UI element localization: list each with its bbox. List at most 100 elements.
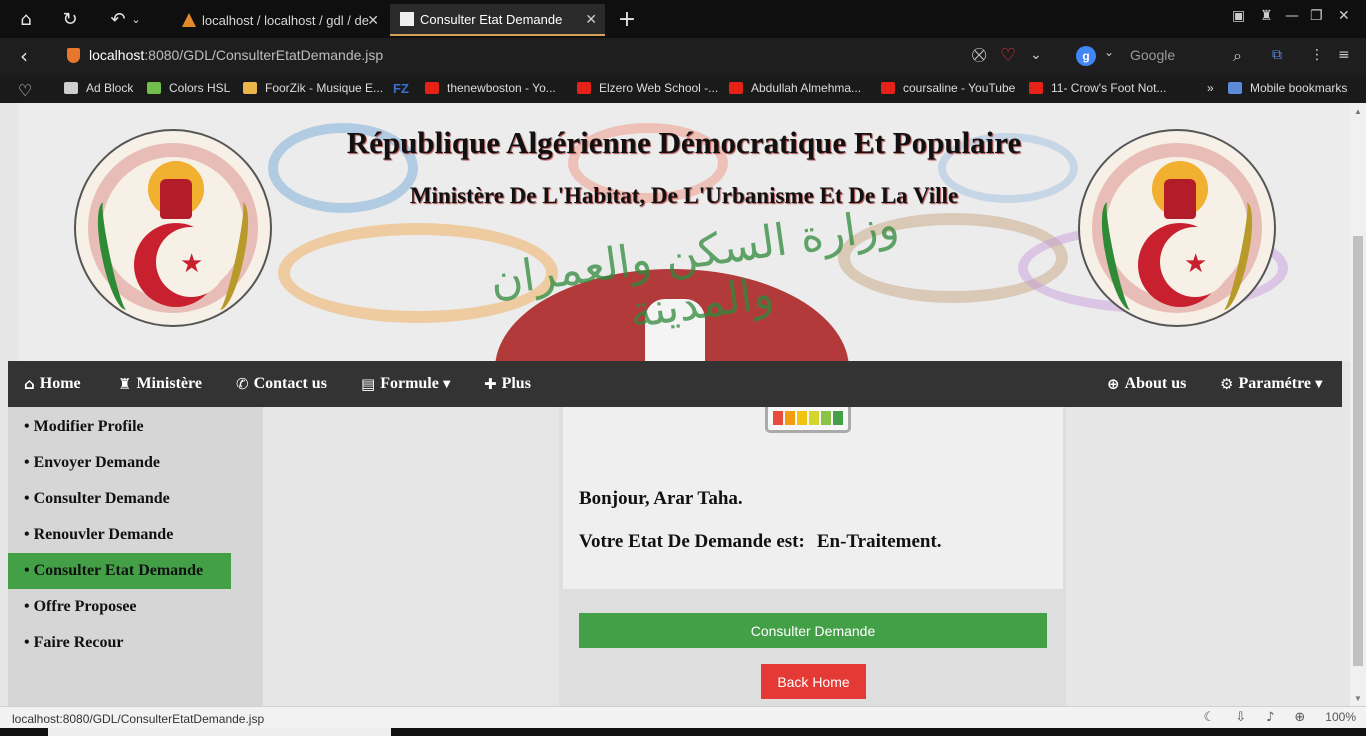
nav-plus[interactable]: ✚ Plus: [484, 361, 531, 407]
sidebar-item-consulter-demande[interactable]: • Consulter Demande: [8, 481, 231, 517]
back-icon[interactable]: ‹: [10, 43, 38, 69]
nav-parametre[interactable]: ⚙ Paramétre ▼: [1220, 361, 1323, 407]
gauge-segment: [773, 411, 783, 425]
url-path: :8080/GDL/ConsulterEtatDemande.jsp: [144, 47, 384, 63]
bookmark-label: coursaline - YouTube: [903, 81, 1016, 95]
gauge-segment: [809, 411, 819, 425]
bookmark-item[interactable]: coursaline - YouTube: [881, 81, 1015, 95]
bookmark-item[interactable]: FoorZik - Musique E...: [243, 81, 383, 95]
folder-icon: [1228, 82, 1242, 94]
bookmark-item[interactable]: Elzero Web School -...: [577, 81, 718, 95]
url-field[interactable]: localhost:8080/GDL/ConsulterEtatDemande.…: [89, 47, 383, 63]
close-icon[interactable]: ✕: [367, 12, 379, 29]
bookmark-item[interactable]: thenewboston - Yo...: [425, 81, 556, 95]
back-home-button[interactable]: Back Home: [761, 664, 866, 699]
scroll-thumb[interactable]: [1353, 236, 1363, 666]
taskbar: [0, 728, 1366, 736]
search-input[interactable]: g ⌄ Google: [1076, 44, 1256, 68]
youtube-icon: [881, 82, 895, 94]
nav-home[interactable]: ⌂ Home: [24, 361, 81, 407]
demand-state: Votre Etat De Demande est: En-Traitement.: [579, 531, 942, 553]
zoom-icon[interactable]: ⊕: [1294, 710, 1305, 725]
tab-title: localhost / localhost / gdl / de: [202, 12, 369, 28]
gauge-segment: [821, 411, 831, 425]
caret-down-icon: ▼: [442, 378, 451, 390]
bookmark-item[interactable]: FZ: [393, 81, 409, 96]
shield-icon[interactable]: [67, 48, 80, 63]
nav-label: Contact us: [253, 375, 327, 392]
volume-icon[interactable]: ♪: [1266, 710, 1274, 725]
nav-label: Paramétre: [1238, 375, 1311, 392]
bookmark-label: FoorZik - Musique E...: [265, 81, 384, 95]
page-scrollbar[interactable]: ▲ ▼: [1350, 103, 1366, 706]
taskbar-item[interactable]: [48, 728, 391, 736]
bookmark-item[interactable]: Ad Block: [64, 81, 133, 95]
snapshot-icon[interactable]: ▣: [1232, 8, 1245, 24]
extensions-icon[interactable]: ♜: [1260, 8, 1273, 24]
sidebar-item-faire-recour[interactable]: • Faire Recour: [8, 625, 231, 661]
zoom-level[interactable]: 100%: [1325, 710, 1356, 725]
bookmarks-overflow-icon[interactable]: »: [1207, 81, 1214, 95]
state-value: En-Traitement.: [816, 531, 942, 552]
search-engine-icon[interactable]: g: [1076, 46, 1096, 66]
sidebar-item-offre-proposee[interactable]: • Offre Proposee: [8, 589, 231, 625]
gauge-segment: [797, 411, 807, 425]
bookmark-folder[interactable]: Mobile bookmarks: [1228, 81, 1347, 95]
menu-dots-icon[interactable]: ⋮: [1310, 47, 1324, 63]
search-icon[interactable]: ⌕: [1233, 46, 1242, 66]
plus-icon: ✚: [484, 375, 497, 393]
nav-about[interactable]: ⊕ About us: [1107, 361, 1186, 407]
download-icon[interactable]: ⇩: [1235, 710, 1246, 725]
translate-icon[interactable]: ⧉: [1272, 47, 1282, 63]
sidebar-item-envoyer-demande[interactable]: • Envoyer Demande: [8, 445, 231, 481]
chevron-down-icon[interactable]: ⌄: [122, 6, 150, 32]
bookmark-item[interactable]: Colors HSL: [147, 81, 230, 95]
phone-icon: ✆: [236, 375, 249, 393]
tracker-icon[interactable]: ⛒: [972, 47, 986, 63]
consulter-demande-button[interactable]: Consulter Demande: [579, 613, 1047, 648]
hamburger-icon[interactable]: ≡: [1338, 47, 1350, 63]
nav-ministere[interactable]: ♜ Ministère: [118, 361, 202, 407]
heart-icon[interactable]: ♡: [1000, 45, 1016, 66]
sidebar-item-modifier-profile[interactable]: • Modifier Profile: [8, 409, 231, 445]
home-icon[interactable]: ⌂: [12, 6, 40, 32]
bookmark-label: Elzero Web School -...: [599, 81, 719, 95]
main-navbar: ⌂ Home ♜ Ministère ✆ Contact us ▤ Formule ▼ ✚…: [8, 361, 1342, 407]
colors-icon: [147, 82, 161, 94]
nav-formule[interactable]: ▤ Formule ▼: [361, 361, 451, 407]
close-icon[interactable]: ✕: [585, 11, 597, 28]
bookmark-label: thenewboston - Yo...: [447, 81, 556, 95]
bookmark-label: 11- Crow's Foot Not...: [1051, 81, 1167, 95]
progress-gauge-icon: [765, 407, 851, 433]
scroll-down-icon[interactable]: ▼: [1354, 694, 1362, 703]
browser-tab-bar: ⌂ ↻ ↶ ⌄ localhost / localhost / gdl / de…: [0, 0, 1366, 38]
youtube-icon: [1029, 82, 1043, 94]
sidebar: • Modifier Profile • Envoyer Demande • C…: [8, 407, 263, 706]
minimize-icon[interactable]: —: [1285, 8, 1299, 24]
foorzik-icon: [243, 82, 257, 94]
nav-label: Formule: [380, 375, 439, 392]
favorites-heart-icon[interactable]: ♡: [18, 81, 32, 101]
url-host: localhost: [89, 47, 145, 63]
page-subtitle: Ministère De L'Habitat, De L'Urbanisme E…: [409, 183, 959, 208]
restore-icon[interactable]: ❐: [1310, 8, 1323, 24]
nav-label: Ministère: [136, 375, 202, 392]
reload-icon[interactable]: ↻: [56, 6, 84, 32]
bookmark-item[interactable]: Abdullah Almehma...: [729, 81, 861, 95]
close-window-icon[interactable]: ✕: [1338, 8, 1350, 24]
gauge-segment: [833, 411, 843, 425]
scroll-up-icon[interactable]: ▲: [1354, 107, 1362, 116]
nav-contact[interactable]: ✆ Contact us: [236, 361, 327, 407]
night-mode-icon[interactable]: ☾: [1204, 710, 1216, 725]
bookmark-item[interactable]: 11- Crow's Foot Not...: [1029, 81, 1166, 95]
sidebar-item-consulter-etat-demande[interactable]: • Consulter Etat Demande: [8, 553, 231, 589]
sidebar-item-renouvler-demande[interactable]: • Renouvler Demande: [8, 517, 231, 553]
globe-icon: ⊕: [1107, 375, 1120, 393]
tab-consulter-etat-demande[interactable]: Consulter Etat Demande ✕: [390, 4, 605, 36]
chevron-down-icon[interactable]: ⌄: [1030, 47, 1042, 63]
bookmark-label: FZ: [393, 81, 409, 96]
tab-phpmyadmin[interactable]: localhost / localhost / gdl / de ✕: [172, 4, 387, 36]
chevron-down-icon[interactable]: ⌄: [1104, 45, 1114, 59]
new-tab-icon[interactable]: +: [613, 6, 641, 32]
state-label: Votre Etat De Demande est:: [579, 531, 805, 552]
